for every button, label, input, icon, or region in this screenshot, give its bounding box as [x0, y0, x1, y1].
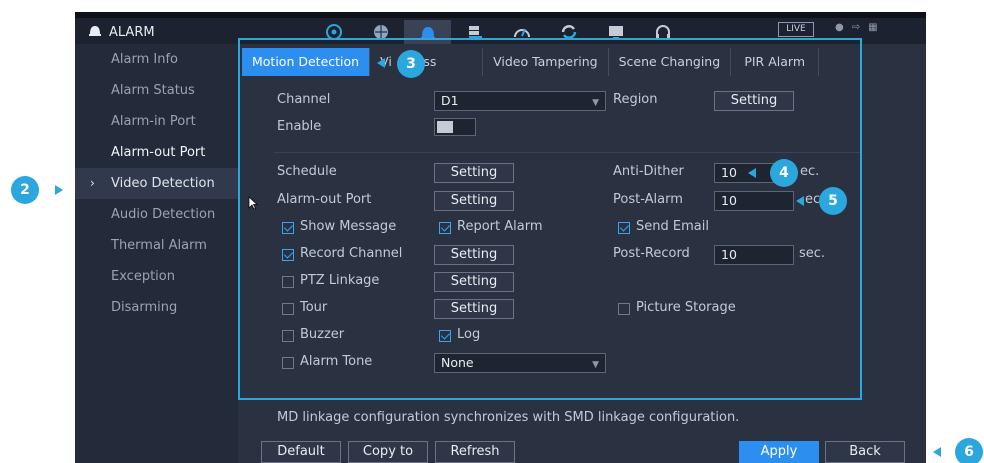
callout-arrow-6 [933, 447, 941, 457]
refresh-button[interactable]: Refresh [435, 441, 515, 463]
callout-badge-6: 6 [955, 438, 983, 463]
sidebar-item-thermal-alarm[interactable]: Thermal Alarm [75, 230, 238, 261]
user-icon[interactable]: ● [835, 22, 844, 33]
sidebar-item-alarm-out-port[interactable]: Alarm-out Port [75, 137, 238, 168]
apply-button[interactable]: Apply [739, 441, 819, 463]
top-right-controls: ● ⇨ ▦ [835, 22, 878, 33]
sidebar-item-alarm-info[interactable]: Alarm Info [75, 44, 238, 75]
mouse-cursor-icon [248, 196, 258, 210]
callout-arrow-4 [748, 168, 756, 178]
callout-badge-5: 5 [819, 187, 847, 215]
sidebar-item-alarm-in-port[interactable]: Alarm-in Port [75, 106, 238, 137]
sidebar-item-audio-detection[interactable]: Audio Detection [75, 199, 238, 230]
highlight-frame [238, 38, 862, 400]
default-button[interactable]: Default [261, 441, 341, 463]
alarm-bell-icon [89, 26, 101, 36]
app-title: ALARM [109, 25, 155, 40]
back-button[interactable]: Back [825, 441, 905, 463]
linkage-note: MD linkage configuration synchronizes wi… [277, 410, 740, 425]
callout-arrow-2 [55, 185, 63, 195]
chevron-right-icon: › [90, 176, 95, 190]
sidebar-item-exception[interactable]: Exception [75, 261, 238, 292]
callout-badge-2: 2 [11, 176, 39, 204]
grid-icon[interactable]: ▦ [868, 22, 877, 33]
callout-badge-4: 4 [770, 159, 798, 187]
sidebar-item-alarm-status[interactable]: Alarm Status [75, 75, 238, 106]
callout-arrow-3 [377, 58, 385, 68]
sidebar-item-video-detection[interactable]: › Video Detection [75, 168, 238, 199]
live-button[interactable]: LIVE [778, 22, 814, 37]
copy-to-button[interactable]: Copy to [348, 441, 428, 463]
sidebar-item-disarming[interactable]: Disarming [75, 292, 238, 323]
callout-badge-3: 3 [397, 50, 425, 78]
callout-arrow-5 [796, 196, 804, 206]
sidebar: Alarm Info Alarm Status Alarm-in Port Al… [75, 44, 238, 463]
logout-icon[interactable]: ⇨ [852, 22, 860, 33]
